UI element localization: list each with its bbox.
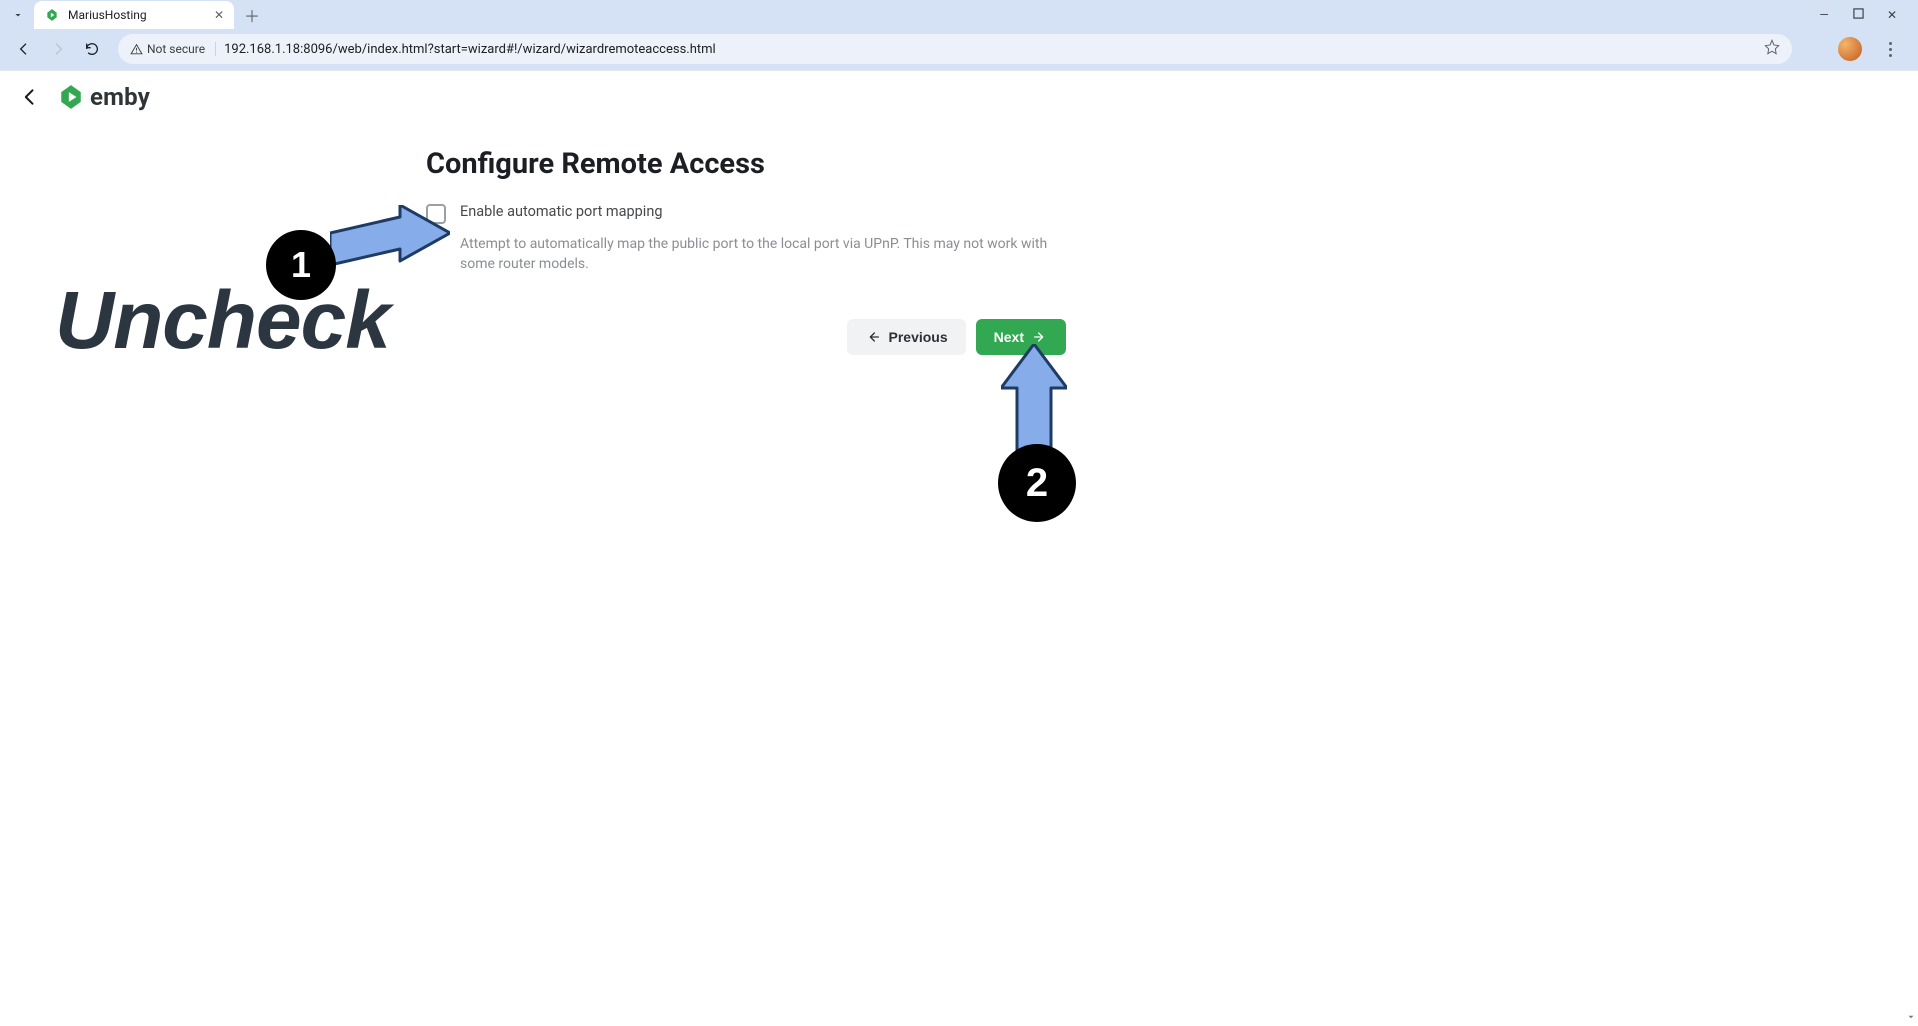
annotation-badge-2: 2 [998,444,1076,522]
app-top-bar: emby [0,71,1918,123]
nav-forward-button[interactable] [44,35,72,63]
profile-avatar[interactable] [1838,37,1862,61]
port-mapping-description: Attempt to automatically map the public … [460,234,1060,275]
port-mapping-option: Enable automatic port mapping [426,203,1066,224]
annotation-badge-1-text: 1 [291,244,311,286]
chrome-menu-icon[interactable] [1880,42,1900,57]
annotation-badge-2-text: 2 [1026,461,1048,506]
arrow-right-icon [1032,329,1048,345]
new-tab-button[interactable]: ＋ [240,3,264,27]
nav-back-button[interactable] [10,35,38,63]
browser-tab-bar: MariusHosting ✕ ＋ — ✕ [0,0,1918,30]
emby-favicon-icon [44,7,60,23]
wizard-panel: Configure Remote Access Enable automatic… [426,147,1066,355]
minimize-icon[interactable]: — [1816,8,1832,22]
previous-button[interactable]: Previous [847,319,966,355]
next-button-label: Next [994,329,1024,345]
security-indicator[interactable]: Not secure [130,42,216,56]
emby-logo[interactable]: emby [58,83,150,111]
close-tab-icon[interactable]: ✕ [214,8,224,22]
port-mapping-label: Enable automatic port mapping [460,203,662,220]
tab-search-dropdown-icon[interactable] [8,5,28,25]
arrow-left-icon [865,329,881,345]
close-window-icon[interactable]: ✕ [1884,8,1900,22]
security-label: Not secure [147,42,205,56]
url-text: 192.168.1.18:8096/web/index.html?start=w… [224,42,716,57]
emby-logo-icon [58,84,84,110]
emby-wordmark: emby [90,83,150,111]
page-title: Configure Remote Access [426,147,1066,181]
annotation-instruction-text: Uncheck [55,274,390,368]
app-back-button[interactable] [16,83,44,111]
window-controls: — ✕ [1802,0,1914,30]
not-secure-warning-icon [130,43,143,56]
next-button[interactable]: Next [976,319,1066,355]
maximize-icon[interactable] [1850,8,1866,22]
browser-tab[interactable]: MariusHosting ✕ [34,1,234,29]
bookmark-star-icon[interactable] [1764,39,1780,59]
reload-button[interactable] [78,35,106,63]
address-bar[interactable]: Not secure 192.168.1.18:8096/web/index.h… [118,34,1792,64]
previous-button-label: Previous [889,329,948,345]
annotation-badge-1: 1 [266,230,336,300]
wizard-button-row: Previous Next [426,319,1066,355]
browser-toolbar: Not secure 192.168.1.18:8096/web/index.h… [0,30,1918,70]
annotation-arrow-2-icon [1001,344,1067,454]
tab-title: MariusHosting [68,8,147,22]
port-mapping-checkbox[interactable] [426,204,446,224]
scrollbar-down-icon[interactable] [1904,1008,1918,1026]
